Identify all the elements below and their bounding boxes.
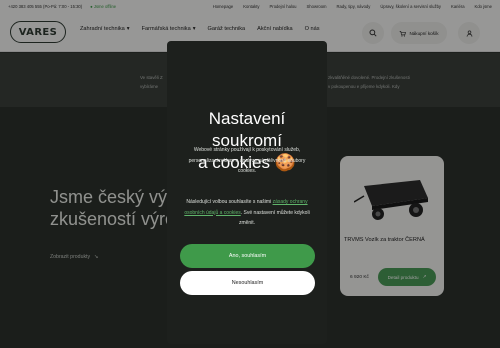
consent-dot: . (240, 209, 243, 216)
consent-suffix: Své nastavení můžete kdykoli změnit. (238, 209, 310, 227)
cookie-description: Webové stránky používají k poskytování s… (188, 147, 306, 174)
reject-cookies-button[interactable]: Nesouhlasím (180, 271, 315, 295)
title-line-1: Nastavení (208, 109, 286, 128)
consent-text: Následující volbou souhlasíte s našimi z… (181, 197, 313, 229)
consent-prefix: Následující volbou souhlasíte s našimi (186, 199, 272, 205)
cookie-consent-dialog: Nastavení soukromí a cookies 🍪 (167, 41, 327, 344)
accept-cookies-button[interactable]: Ano, souhlasím (180, 244, 315, 268)
